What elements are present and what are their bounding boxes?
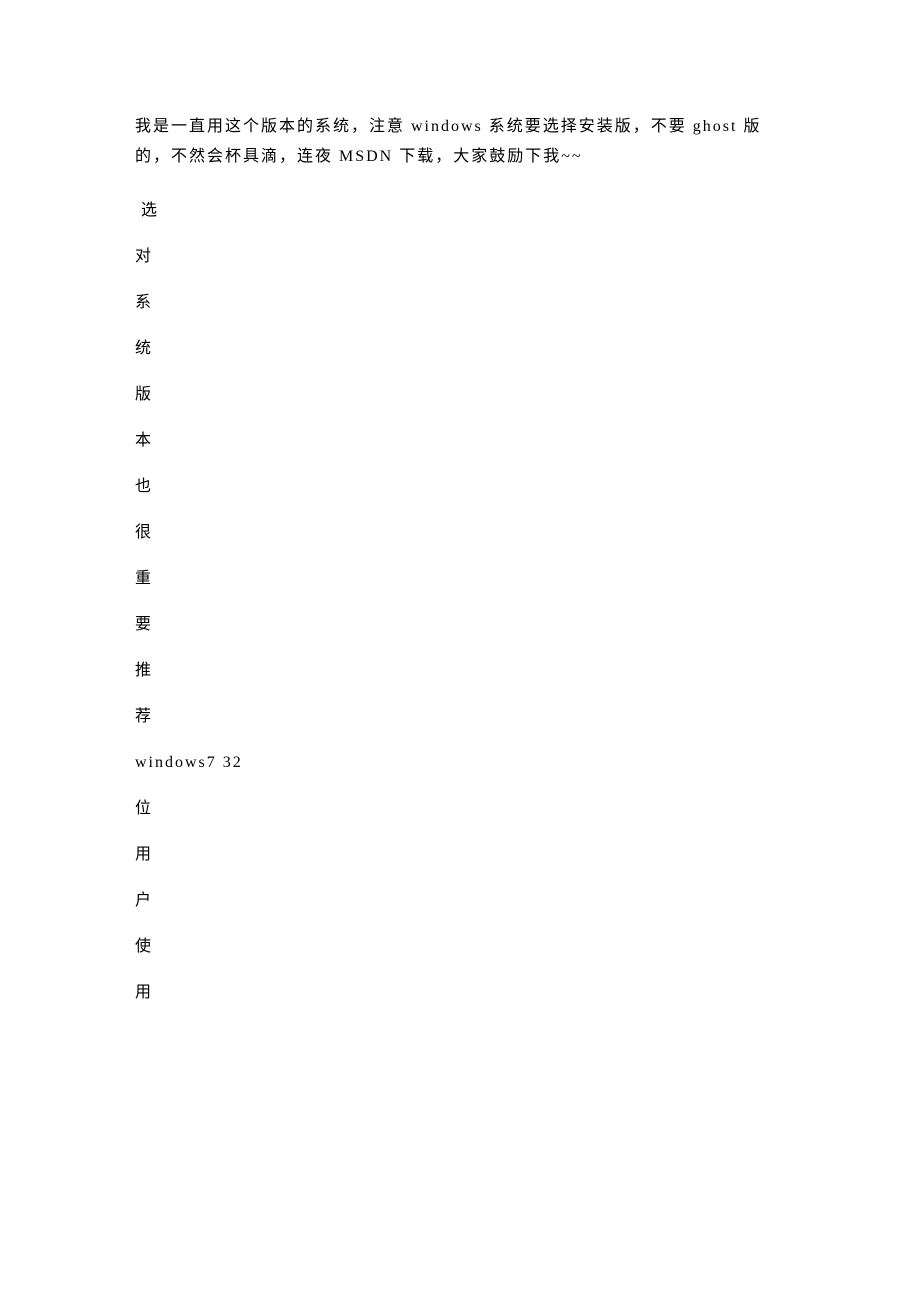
char-line: 重 xyxy=(135,571,790,587)
char-line: 使 xyxy=(135,939,790,955)
char-line: 用 xyxy=(135,847,790,863)
char-line: 位 xyxy=(135,801,790,817)
char-line: 版 xyxy=(135,387,790,403)
char-line: 推 xyxy=(135,663,790,679)
char-line: 统 xyxy=(135,341,790,357)
char-line: 要 xyxy=(135,617,790,633)
char-line: 也 xyxy=(135,479,790,495)
document-page: 我是一直用这个版本的系统，注意 windows 系统要选择安装版，不要 ghos… xyxy=(0,0,920,1131)
char-line: windows7 32 xyxy=(135,755,790,771)
vertical-char-list: 选 对 系 统 版 本 也 很 重 要 推 荐 windows7 32 位 用 … xyxy=(135,203,790,1001)
char-line: 选 xyxy=(141,203,790,219)
intro-paragraph: 我是一直用这个版本的系统，注意 windows 系统要选择安装版，不要 ghos… xyxy=(135,112,790,171)
char-line: 荐 xyxy=(135,709,790,725)
char-line: 系 xyxy=(135,295,790,311)
char-line: 很 xyxy=(135,525,790,541)
char-line: 本 xyxy=(135,433,790,449)
char-line: 户 xyxy=(135,893,790,909)
char-line: 用 xyxy=(135,985,790,1001)
char-line: 对 xyxy=(135,249,790,265)
